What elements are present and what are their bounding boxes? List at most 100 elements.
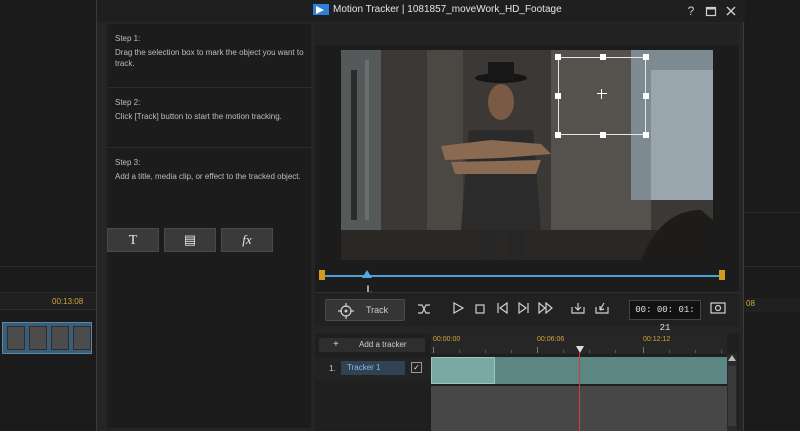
resize-handle[interactable] <box>600 132 606 138</box>
preview-scrubber[interactable] <box>325 275 723 277</box>
previous-frame-icon <box>497 301 508 315</box>
tracker-enabled-checkbox[interactable]: ✓ <box>411 362 422 373</box>
step-heading: Step 3: <box>115 158 141 167</box>
ruler-time-label: 00:06:06 <box>537 336 565 343</box>
window-title: Motion Tracker | 1081857_moveWork_HD_Foo… <box>333 4 562 15</box>
resize-handle[interactable] <box>555 93 561 99</box>
resize-handle[interactable] <box>555 54 561 60</box>
resize-handle[interactable] <box>600 54 606 60</box>
video-clip[interactable] <box>2 322 92 354</box>
scrollbar-thumb[interactable] <box>728 366 736 426</box>
track-divider <box>0 266 96 267</box>
fast-forward-button[interactable] <box>537 301 555 319</box>
mark-out-button[interactable] <box>593 301 611 319</box>
stop-button[interactable] <box>471 301 489 319</box>
stop-icon <box>475 304 485 314</box>
tracker-clip-selected[interactable] <box>431 357 495 384</box>
video-preview[interactable] <box>341 50 713 260</box>
editor-ruler: 08 <box>744 298 800 312</box>
step-text: Drag the selection box to mark the objec… <box>115 48 304 68</box>
playhead-line <box>579 352 580 431</box>
track-button-label: Track <box>366 305 389 315</box>
tracking-selection-box[interactable] <box>555 54 649 138</box>
tracker-row-header: 1. Tracker 1 ✓ <box>315 358 431 380</box>
snapshot-button[interactable] <box>707 301 729 319</box>
add-tracker-button[interactable]: + Add a tracker <box>319 338 425 352</box>
help-button[interactable]: ? <box>683 3 699 19</box>
step-1: Step 1: Drag the selection box to mark t… <box>107 24 311 88</box>
tracker-name-field[interactable]: Tracker 1 <box>341 361 405 375</box>
add-title-button[interactable]: T <box>107 228 159 252</box>
restore-icon <box>705 6 717 17</box>
ruler-tick <box>643 347 644 353</box>
steps-panel: Step 1: Drag the selection box to mark t… <box>107 24 311 428</box>
resize-handle[interactable] <box>643 132 649 138</box>
video-frame <box>341 50 713 260</box>
timecode-display: 00: 00: 01: 21 <box>629 300 701 333</box>
playback-controls: Track 00: 00: 01: 21 <box>315 292 739 333</box>
title-icon: T <box>128 233 138 248</box>
scrubber-thumb[interactable] <box>362 270 372 278</box>
scroll-up-icon[interactable] <box>728 355 736 361</box>
range-start-marker[interactable] <box>319 270 325 280</box>
crosshair-icon <box>597 89 607 99</box>
timeline-scrollbar[interactable] <box>727 354 737 431</box>
ruler-tick <box>485 350 486 353</box>
mark-in-button[interactable] <box>569 301 587 319</box>
previous-frame-button[interactable] <box>493 301 511 319</box>
track-button[interactable]: Track <box>325 299 405 321</box>
play-button[interactable] <box>449 301 467 319</box>
resize-handle[interactable] <box>643 93 649 99</box>
ruler-tick <box>669 350 670 353</box>
effect-icon: fx <box>242 232 252 247</box>
media-icon: ▤ <box>183 232 197 247</box>
track-options-icon <box>418 304 430 314</box>
ruler-tick <box>615 350 616 353</box>
next-frame-icon <box>518 301 529 315</box>
ruler-tick <box>721 350 722 353</box>
next-frame-button[interactable] <box>515 301 533 319</box>
resize-handle[interactable] <box>643 54 649 60</box>
close-icon <box>726 6 736 16</box>
range-end-marker[interactable] <box>719 270 725 280</box>
ruler-time-label: 00:12:12 <box>643 336 671 343</box>
motion-tracker-dialog: Motion Tracker | 1081857_moveWork_HD_Foo… <box>96 0 745 431</box>
ruler-tick <box>563 350 564 353</box>
track-divider <box>744 212 800 213</box>
ruler-tick <box>511 350 512 353</box>
mark-out-icon <box>595 302 609 314</box>
ruler-time-label: 08 <box>746 299 755 308</box>
step-heading: Step 1: <box>115 34 141 43</box>
clip-thumbnail <box>7 326 25 350</box>
ruler-time-label: 00:00:00 <box>433 336 461 343</box>
preview-header <box>315 24 739 46</box>
app-logo-icon <box>313 4 329 15</box>
ruler-tick <box>537 347 538 353</box>
add-media-button[interactable]: ▤ <box>164 228 216 252</box>
close-button[interactable] <box>723 3 739 19</box>
tracker-timeline: + Add a tracker 00:00:00 00:06:06 00:12:… <box>315 334 739 431</box>
playhead-handle[interactable] <box>576 346 584 353</box>
plus-icon: + <box>333 339 339 350</box>
resize-handle[interactable] <box>555 132 561 138</box>
editor-background-left: 00:13:08 <box>0 0 96 431</box>
add-effect-button[interactable]: fx <box>221 228 273 252</box>
step-text: Click [Track] button to start the motion… <box>115 112 282 121</box>
editor-ruler: 00:13:08 <box>0 292 96 310</box>
track-options-button[interactable] <box>415 301 433 319</box>
help-icon: ? <box>687 4 695 18</box>
ruler-tick <box>433 347 434 353</box>
ruler-tick <box>459 350 460 353</box>
ruler-time-label: 00:13:08 <box>52 297 84 306</box>
fast-forward-icon <box>538 301 553 315</box>
snapshot-icon <box>710 302 726 314</box>
clip-thumbnail <box>29 326 47 350</box>
tracker-row-number: 1. <box>329 364 336 373</box>
restore-button[interactable] <box>703 3 719 19</box>
clip-thumbnail <box>51 326 69 350</box>
clip-thumbnail <box>73 326 91 350</box>
target-icon <box>338 303 354 319</box>
ruler-tick <box>695 350 696 353</box>
ruler-tick <box>589 350 590 353</box>
title-bar: Motion Tracker | 1081857_moveWork_HD_Foo… <box>97 0 745 22</box>
